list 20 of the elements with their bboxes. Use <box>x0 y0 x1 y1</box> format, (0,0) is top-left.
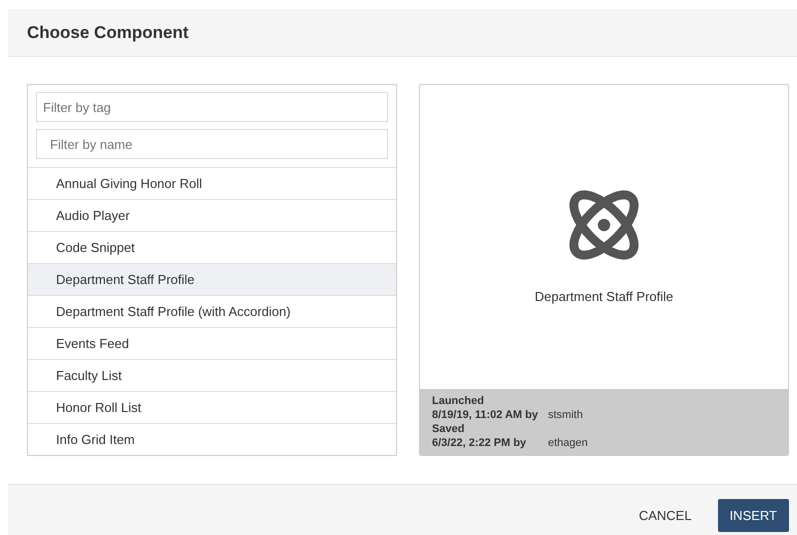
meta-user: stsmith <box>548 409 583 421</box>
meta-heading: Saved <box>432 423 466 435</box>
dialog-title: Choose Component <box>27 22 188 42</box>
cancel-button[interactable]: CANCEL <box>626 499 704 532</box>
meta-heading: Launched <box>432 395 485 407</box>
component-list-item[interactable]: Honor Roll List <box>28 392 396 424</box>
component-list-item[interactable]: Events Feed <box>28 328 396 360</box>
preview-name: Department Staff Profile <box>534 288 674 304</box>
filter-field[interactable]: Filter by name <box>36 129 388 159</box>
component-list-item[interactable]: Info Grid Item <box>28 424 396 455</box>
component-list-item[interactable]: Department Staff Profile <box>28 264 396 296</box>
component-list-item[interactable]: Department Staff Profile (with Accordion) <box>28 296 396 328</box>
insert-button[interactable]: INSERT <box>718 499 789 532</box>
meta-user: ethagen <box>548 437 588 449</box>
meta-date: 6/3/22, 2:22 PM by <box>432 437 528 449</box>
component-list-item[interactable]: Annual Giving Honor Roll <box>28 168 396 200</box>
meta-date: 8/19/19, 11:02 AM by <box>432 409 539 421</box>
component-list-item[interactable]: Audio Player <box>28 200 396 232</box>
component-list-item[interactable]: Faculty List <box>28 360 396 392</box>
filter-field[interactable]: Filter by tag <box>36 92 388 122</box>
